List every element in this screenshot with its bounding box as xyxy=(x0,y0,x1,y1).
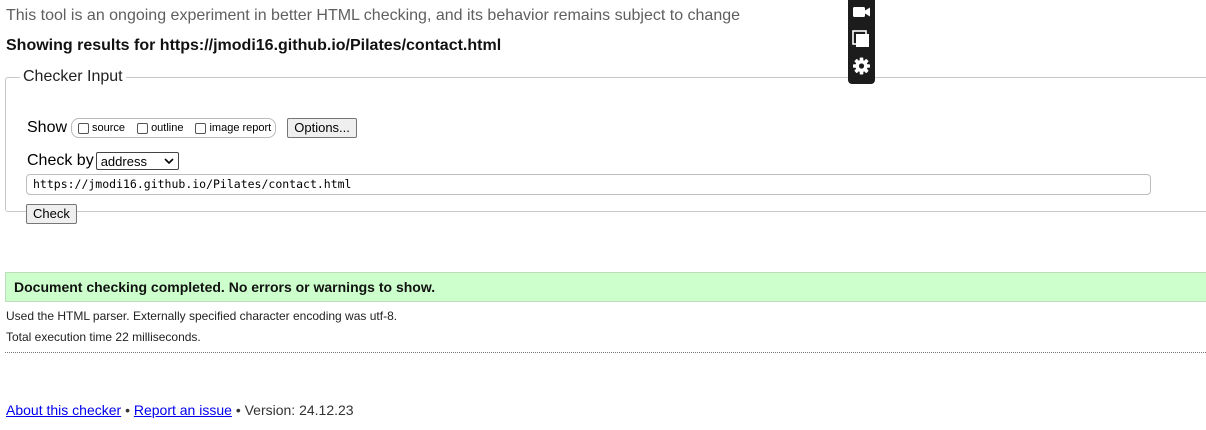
gear-icon[interactable] xyxy=(851,56,872,76)
windows-icon[interactable] xyxy=(851,29,872,49)
show-row: Show source outline image report Options… xyxy=(27,118,357,138)
check-by-select[interactable]: address xyxy=(95,152,179,170)
check-by-row: Check by address xyxy=(27,152,179,170)
chevron-down-icon xyxy=(164,158,174,164)
report-issue-link[interactable]: Report an issue xyxy=(134,402,232,418)
check-by-selected-value: address xyxy=(100,153,147,169)
footer-separator: • xyxy=(125,402,130,418)
show-source-option[interactable]: source xyxy=(78,122,125,134)
success-message: Document checking completed. No errors o… xyxy=(5,272,1206,302)
url-input[interactable]: https://jmodi16.github.io/Pilates/contac… xyxy=(26,174,1151,195)
outline-checkbox[interactable] xyxy=(137,122,149,134)
show-options-group: source outline image report xyxy=(71,118,277,138)
intro-text: This tool is an ongoing experiment in be… xyxy=(6,7,741,24)
options-button[interactable]: Options... xyxy=(287,118,357,138)
show-label: Show xyxy=(27,119,68,136)
source-checkbox[interactable] xyxy=(78,122,90,134)
footer: About this checker • Report an issue • V… xyxy=(6,402,354,418)
show-image-report-option[interactable]: image report xyxy=(195,122,271,134)
version-text: Version: 24.12.23 xyxy=(244,402,354,418)
source-checkbox-label: source xyxy=(92,122,126,134)
divider xyxy=(5,352,1206,353)
showing-results-heading: Showing results for https://jmodi16.gith… xyxy=(6,37,502,54)
checker-input-legend: Checker Input xyxy=(23,68,123,85)
checker-input-fieldset: Checker Input Show source outline image … xyxy=(5,68,1206,224)
floating-toolbar xyxy=(848,0,875,84)
show-outline-option[interactable]: outline xyxy=(137,122,183,134)
footer-separator: • xyxy=(235,402,241,418)
check-by-label: Check by xyxy=(27,152,94,169)
about-checker-link[interactable]: About this checker xyxy=(6,402,121,418)
image-report-checkbox[interactable] xyxy=(195,122,207,134)
image-report-checkbox-label: image report xyxy=(209,122,272,134)
video-camera-icon[interactable] xyxy=(851,2,872,22)
parser-info: Used the HTML parser. Externally specifi… xyxy=(6,309,398,323)
execution-time: Total execution time 22 milliseconds. xyxy=(6,330,201,344)
check-button[interactable]: Check xyxy=(26,204,77,224)
outline-checkbox-label: outline xyxy=(151,122,184,134)
